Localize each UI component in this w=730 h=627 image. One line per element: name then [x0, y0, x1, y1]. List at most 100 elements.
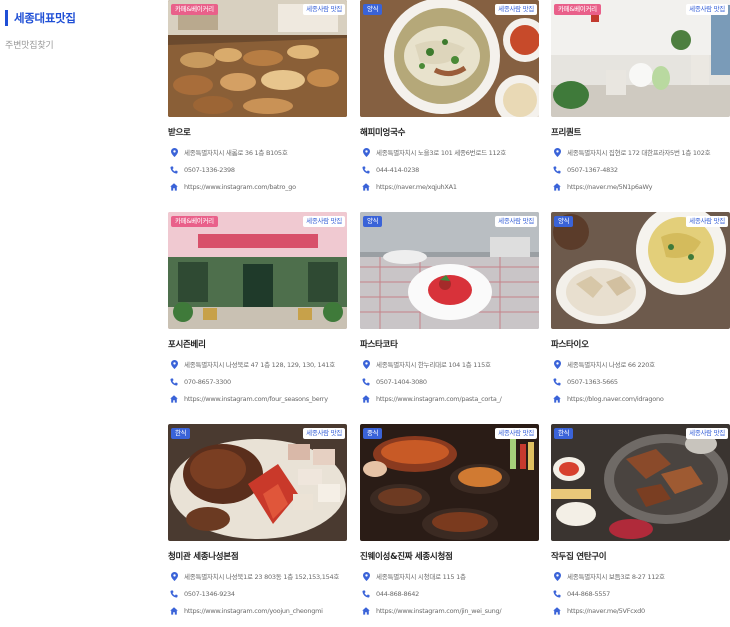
home-icon	[552, 182, 562, 192]
link-row[interactable]: https://blog.naver.com/idragono	[551, 393, 664, 405]
category-badge: 양식	[554, 216, 574, 227]
phone-row: 0507-1363-5665	[551, 376, 618, 388]
phone-icon	[361, 589, 371, 599]
sidebar-item-sejong-restaurants[interactable]: 세종대표맛집	[5, 10, 76, 26]
address-row: 세종특별자치시 보듬3로 8-27 112호	[551, 570, 665, 582]
restaurant-name[interactable]: 프리퀀트	[551, 126, 581, 138]
restaurant-name[interactable]: 진웨이성&진짜 세종시청점	[360, 550, 453, 562]
link-row[interactable]: https://naver.me/5N1p6aWy	[551, 181, 652, 193]
phone-row: 0507-1404-3080	[360, 376, 427, 388]
location-pin-icon	[552, 147, 562, 157]
restaurant-name[interactable]: 청미관 세종나성본점	[168, 550, 239, 562]
tag-badge: 세종사람 맛집	[686, 4, 728, 15]
tag-badge: 세종사람 맛집	[686, 428, 728, 439]
category-badge: 카페&베이커리	[171, 4, 218, 15]
phone-text: 070-8657-3300	[184, 378, 231, 386]
url-link[interactable]: https://naver.me/5VFcxd0	[567, 607, 645, 615]
restaurant-card[interactable]: 카페&베이커리 세종사람 맛집 포시즌베리 세종특별자치시 나성북로 47 1층…	[168, 212, 347, 417]
restaurant-card[interactable]: 카페&베이커리 세종사람 맛집 받으로 세종특별자치시 새롬로 36 1층 B1…	[168, 0, 347, 205]
korean-platter-photo	[168, 424, 347, 541]
restaurant-photo[interactable]: 양식 세종사람 맛집	[360, 212, 539, 329]
location-pin-icon	[361, 147, 371, 157]
restaurant-card[interactable]: 중식 세종사람 맛집 진웨이성&진짜 세종시청점 세종특별자치시 시청대로 11…	[360, 424, 539, 627]
restaurant-name[interactable]: 파스타이오	[551, 338, 589, 350]
address-text: 세종특별자치시 나성북1로 23 803동 1층 152,153,154호	[184, 573, 340, 581]
category-badge: 양식	[363, 4, 383, 15]
restaurant-name[interactable]: 포시즌베리	[168, 338, 206, 350]
phone-row: 0507-1367-4832	[551, 164, 618, 176]
cafe-interior-photo	[551, 0, 730, 117]
location-pin-icon	[169, 147, 179, 157]
link-row[interactable]: https://www.instagram.com/batro_go	[168, 181, 296, 193]
restaurant-photo[interactable]: 한식 세종사람 맛집	[168, 424, 347, 541]
url-link[interactable]: https://www.instagram.com/four_seasons_b…	[184, 395, 328, 403]
address-row: 세종특별자치시 노을3로 101 세종6번로드 112호	[360, 146, 506, 158]
url-link[interactable]: https://www.instagram.com/pasta_corta_/	[376, 395, 502, 403]
address-row: 세종특별자치시 집현로 172 대한프라자5번 1층 102호	[551, 146, 711, 158]
address-row: 세종특별자치시 나성북1로 23 803동 1층 152,153,154호	[168, 570, 339, 582]
address-row: 세종특별자치시 나성로 66 220호	[551, 358, 655, 370]
tag-badge: 세종사람 맛집	[495, 216, 537, 227]
home-icon	[361, 394, 371, 404]
location-pin-icon	[552, 571, 562, 581]
phone-text: 0507-1336-2398	[184, 166, 235, 174]
restaurant-name[interactable]: 해피미엉국수	[360, 126, 405, 138]
restaurant-card[interactable]: 카페&베이커리 세종사람 맛집 프리퀀트 세종특별자치시 집현로 172 대한프…	[551, 0, 730, 205]
restaurant-card[interactable]: 양식 세종사람 맛집 해피미엉국수 세종특별자치시 노을3로 101 세종6번로…	[360, 0, 539, 205]
sidebar-item-nearby-restaurants[interactable]: 주변맛집찾기	[5, 38, 54, 51]
restaurant-photo[interactable]: 양식 세종사람 맛집	[360, 0, 539, 117]
restaurant-photo[interactable]: 카페&베이커리 세종사람 맛집	[168, 0, 347, 117]
address-text: 세종특별자치시 집현로 172 대한프라자5번 1층 102호	[567, 149, 711, 157]
tag-badge: 세종사람 맛집	[303, 428, 345, 439]
home-icon	[361, 182, 371, 192]
restaurant-photo[interactable]: 중식 세종사람 맛집	[360, 424, 539, 541]
phone-icon	[169, 165, 179, 175]
phone-text: 0507-1363-5665	[567, 378, 618, 386]
link-row[interactable]: https://www.instagram.com/pasta_corta_/	[360, 393, 502, 405]
category-badge: 한식	[171, 428, 191, 439]
address-text: 세종특별자치시 노을3로 101 세종6번로드 112호	[376, 149, 507, 157]
restaurant-card[interactable]: 양식 세종사람 맛집 파스타이오 세종특별자치시 나성로 66 220호 050…	[551, 212, 730, 417]
restaurant-name[interactable]: 받으로	[168, 126, 191, 138]
noodle-soup-photo	[360, 0, 539, 117]
restaurant-photo[interactable]: 카페&베이커리 세종사람 맛집	[551, 0, 730, 117]
category-badge: 카페&베이커리	[171, 216, 218, 227]
restaurant-photo[interactable]: 한식 세종사람 맛집	[551, 424, 730, 541]
address-text: 세종특별자치시 시청대로 115 1층	[376, 573, 466, 581]
tomato-dish-photo	[360, 212, 539, 329]
pasta-photo	[551, 212, 730, 329]
address-text: 세종특별자치시 나성북로 47 1층 128, 129, 130, 141호	[184, 361, 335, 369]
url-link[interactable]: https://www.instagram.com/jin_wei_sung/	[376, 607, 502, 615]
phone-row: 0507-1346-9234	[168, 588, 235, 600]
link-row[interactable]: https://www.instagram.com/four_seasons_b…	[168, 393, 328, 405]
link-row[interactable]: https://naver.me/xqjuhXA1	[360, 181, 457, 193]
home-icon	[169, 182, 179, 192]
phone-text: 0507-1346-9234	[184, 590, 235, 598]
address-text: 세종특별자치시 보듬3로 8-27 112호	[567, 573, 665, 581]
url-link[interactable]: https://naver.me/xqjuhXA1	[376, 183, 457, 191]
home-icon	[552, 394, 562, 404]
link-row[interactable]: https://www.instagram.com/yoojun_cheongm…	[168, 605, 323, 617]
address-row: 세종특별자치시 한누리대로 104 1층 115호	[360, 358, 491, 370]
url-link[interactable]: https://naver.me/5N1p6aWy	[567, 183, 652, 191]
restaurant-card[interactable]: 한식 세종사람 맛집 청미관 세종나성본점 세종특별자치시 나성북1로 23 8…	[168, 424, 347, 627]
tag-badge: 세종사람 맛집	[303, 216, 345, 227]
restaurant-name[interactable]: 작두집 연탄구이	[551, 550, 607, 562]
restaurant-card[interactable]: 한식 세종사람 맛집 작두집 연탄구이 세종특별자치시 보듬3로 8-27 11…	[551, 424, 730, 627]
url-link[interactable]: https://blog.naver.com/idragono	[567, 395, 664, 403]
restaurant-photo[interactable]: 양식 세종사람 맛집	[551, 212, 730, 329]
url-link[interactable]: https://www.instagram.com/batro_go	[184, 183, 296, 191]
link-row[interactable]: https://naver.me/5VFcxd0	[551, 605, 645, 617]
link-row[interactable]: https://www.instagram.com/jin_wei_sung/	[360, 605, 502, 617]
home-icon	[169, 394, 179, 404]
phone-icon	[552, 377, 562, 387]
url-link[interactable]: https://www.instagram.com/yoojun_cheongm…	[184, 607, 323, 615]
restaurant-card[interactable]: 양식 세종사람 맛집 파스타코타 세종특별자치시 한누리대로 104 1층 11…	[360, 212, 539, 417]
location-pin-icon	[361, 359, 371, 369]
grilled-meat-photo	[551, 424, 730, 541]
phone-icon	[552, 165, 562, 175]
phone-icon	[552, 589, 562, 599]
tag-badge: 세종사람 맛집	[495, 428, 537, 439]
restaurant-name[interactable]: 파스타코타	[360, 338, 398, 350]
restaurant-photo[interactable]: 카페&베이커리 세종사람 맛집	[168, 212, 347, 329]
